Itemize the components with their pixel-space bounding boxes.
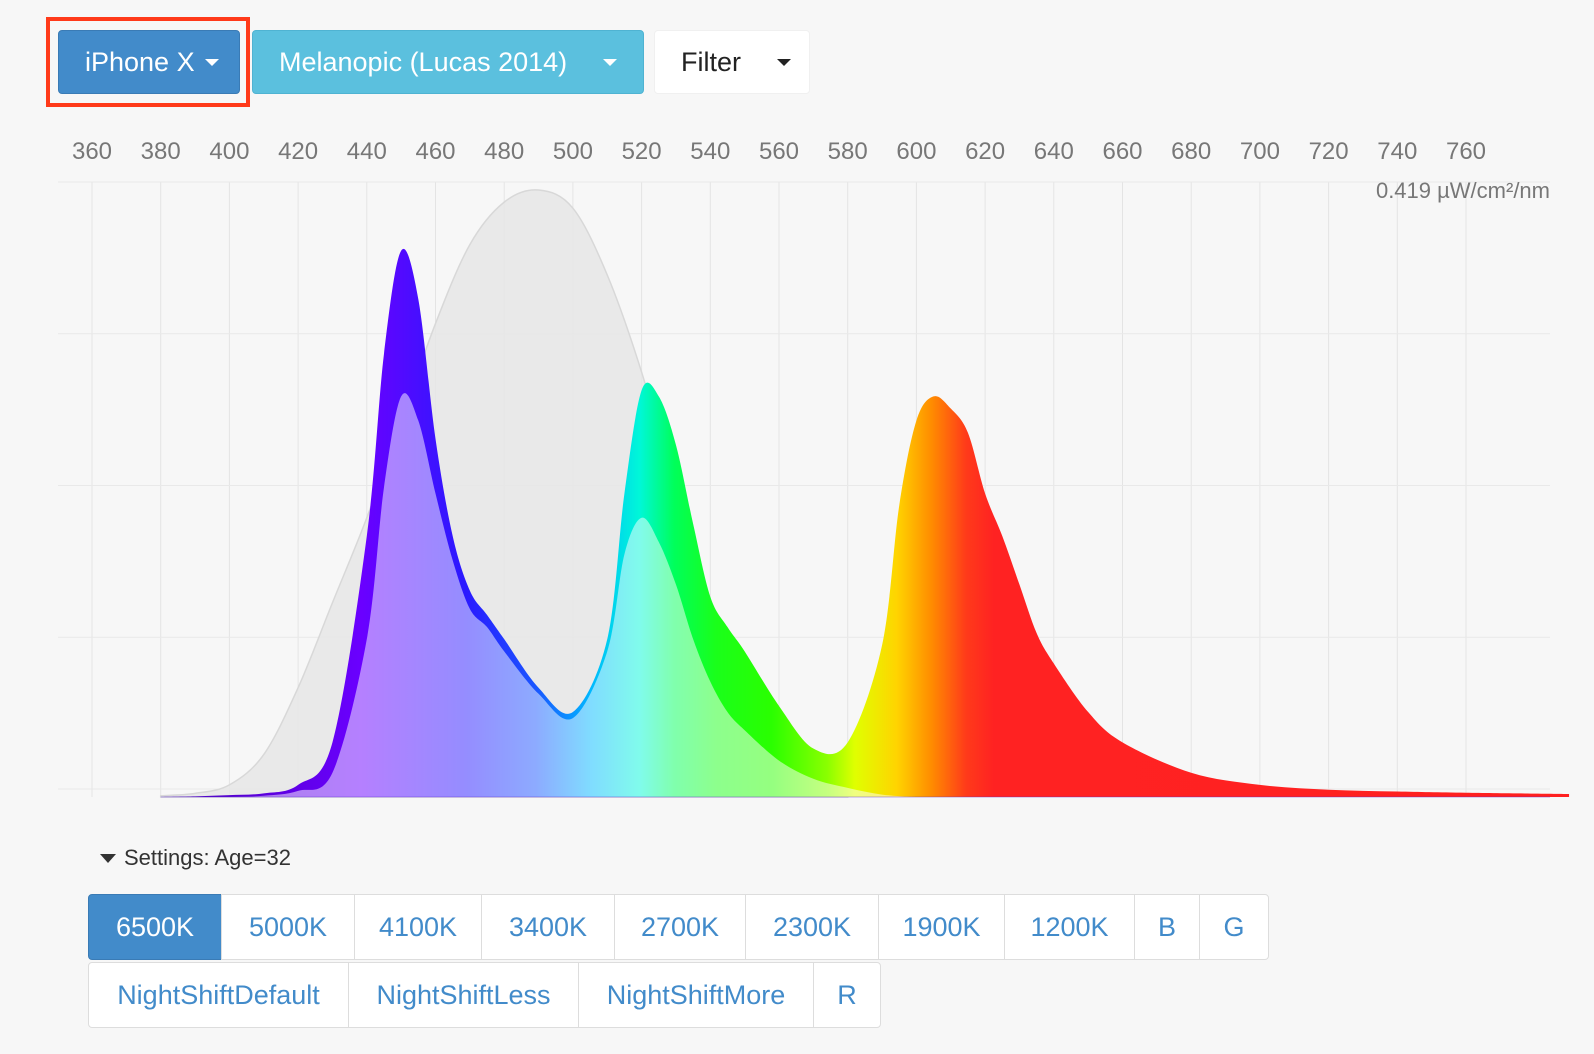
preset-g-button[interactable]: G xyxy=(1199,894,1269,960)
x-tick-label: 640 xyxy=(1034,138,1074,165)
caret-down-icon xyxy=(777,58,791,66)
preset-button-group: 6500K 5000K 4100K 3400K 2700K 2300K 1900… xyxy=(88,894,1269,1028)
x-tick-label: 600 xyxy=(896,138,936,165)
toolbar: iPhone X Melanopic (Lucas 2014) Filter xyxy=(0,0,1594,110)
x-tick-label: 560 xyxy=(759,138,799,165)
preset-1200k-button[interactable]: 1200K xyxy=(1004,894,1135,960)
x-tick-label: 580 xyxy=(828,138,868,165)
curve-dropdown-button[interactable]: Melanopic (Lucas 2014) xyxy=(252,30,644,94)
x-tick-label: 420 xyxy=(278,138,318,165)
x-axis-ticks: 360 380 400 420 440 460 480 500 520 540 560 580 600 6… xyxy=(72,138,1486,165)
x-tick-label: 460 xyxy=(415,138,455,165)
settings-toggle[interactable]: Settings: Age=32 xyxy=(100,845,291,871)
preset-r-button[interactable]: R xyxy=(813,962,881,1028)
preset-nightshiftless-button[interactable]: NightShiftLess xyxy=(348,962,579,1028)
preset-2700k-button[interactable]: 2700K xyxy=(614,894,746,960)
curve-label: Melanopic (Lucas 2014) xyxy=(279,46,568,77)
preset-nightshiftmore-button[interactable]: NightShiftMore xyxy=(578,962,814,1028)
preset-3400k-button[interactable]: 3400K xyxy=(481,894,615,960)
device-label: iPhone X xyxy=(85,46,195,77)
x-tick-label: 720 xyxy=(1309,138,1349,165)
triangle-down-icon xyxy=(100,853,116,863)
preset-6500k-button[interactable]: 6500K xyxy=(88,894,222,960)
preset-1900k-button[interactable]: 1900K xyxy=(878,894,1005,960)
preset-b-button[interactable]: B xyxy=(1134,894,1200,960)
settings-label: Settings: Age=32 xyxy=(124,845,291,870)
preset-row-1: 6500K 5000K 4100K 3400K 2700K 2300K 1900… xyxy=(88,894,1269,960)
preset-2300k-button[interactable]: 2300K xyxy=(745,894,879,960)
x-tick-label: 740 xyxy=(1377,138,1417,165)
filter-label: Filter xyxy=(681,46,741,77)
x-tick-label: 700 xyxy=(1240,138,1280,165)
preset-row-2: NightShiftDefault NightShiftLess NightSh… xyxy=(88,962,1269,1028)
caret-down-icon xyxy=(204,58,219,66)
preset-5000k-button[interactable]: 5000K xyxy=(221,894,355,960)
chart-grid xyxy=(58,181,1550,797)
caret-down-icon xyxy=(603,58,618,66)
x-tick-label: 380 xyxy=(141,138,181,165)
x-tick-label: 500 xyxy=(553,138,593,165)
chart-areas xyxy=(159,189,1570,798)
preset-4100k-button[interactable]: 4100K xyxy=(354,894,482,960)
x-tick-label: 520 xyxy=(622,138,662,165)
x-tick-label: 760 xyxy=(1446,138,1486,165)
x-tick-label: 400 xyxy=(209,138,249,165)
preset-nightshiftdefault-button[interactable]: NightShiftDefault xyxy=(88,962,349,1028)
filter-dropdown-button[interactable]: Filter xyxy=(654,30,810,94)
max-value-label: 0.419 µW/cm²/nm xyxy=(1376,178,1550,203)
x-tick-label: 680 xyxy=(1171,138,1211,165)
x-tick-label: 660 xyxy=(1102,138,1142,165)
x-tick-label: 440 xyxy=(347,138,387,165)
device-dropdown-button[interactable]: iPhone X xyxy=(58,30,240,94)
x-tick-label: 480 xyxy=(484,138,524,165)
x-tick-label: 360 xyxy=(72,138,112,165)
spectrum-chart: 360 380 400 420 440 460 480 500 520 540 560 580 600 6… xyxy=(58,138,1570,798)
x-tick-label: 540 xyxy=(690,138,730,165)
x-tick-label: 620 xyxy=(965,138,1005,165)
